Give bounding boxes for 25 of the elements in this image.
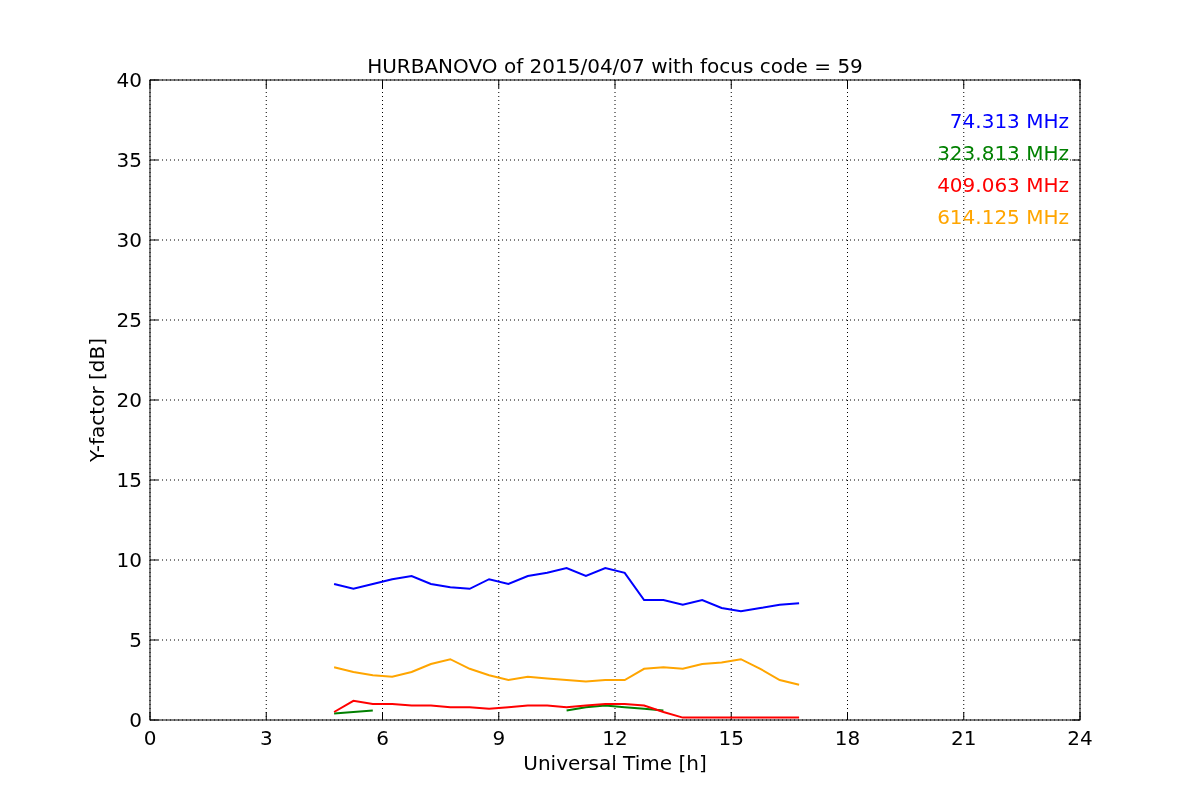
legend-label: 614.125 MHz bbox=[937, 205, 1069, 229]
legend-label: 409.063 MHz bbox=[937, 173, 1069, 197]
x-tick-label: 9 bbox=[492, 726, 506, 750]
y-axis-label: Y-factor [dB] bbox=[85, 338, 109, 462]
y-tick-label: 0 bbox=[129, 708, 142, 732]
x-tick-label: 18 bbox=[834, 726, 861, 750]
y-tick-label: 35 bbox=[116, 148, 142, 172]
y-tick-label: 5 bbox=[129, 628, 142, 652]
y-tick-label: 30 bbox=[116, 228, 142, 252]
x-axis-label: Universal Time [h] bbox=[523, 751, 707, 775]
x-tick-label: 12 bbox=[602, 726, 628, 750]
x-tick-label: 3 bbox=[259, 726, 273, 750]
x-tick-label: 0 bbox=[143, 726, 157, 750]
legend-label: 74.313 MHz bbox=[949, 109, 1069, 133]
y-tick-label: 25 bbox=[116, 308, 142, 332]
chart-title: HURBANOVO of 2015/04/07 with focus code = 59 bbox=[367, 54, 863, 78]
legend-label: 323.813 MHz bbox=[937, 141, 1069, 165]
y-tick-label: 40 bbox=[116, 68, 142, 92]
y-tick-label: 10 bbox=[116, 548, 142, 572]
x-tick-label: 21 bbox=[951, 726, 977, 750]
y-tick-label: 20 bbox=[116, 388, 142, 412]
x-tick-label: 24 bbox=[1067, 726, 1093, 750]
x-tick-label: 6 bbox=[376, 726, 389, 750]
x-tick-label: 15 bbox=[718, 726, 744, 750]
y-tick-label: 15 bbox=[116, 468, 142, 492]
